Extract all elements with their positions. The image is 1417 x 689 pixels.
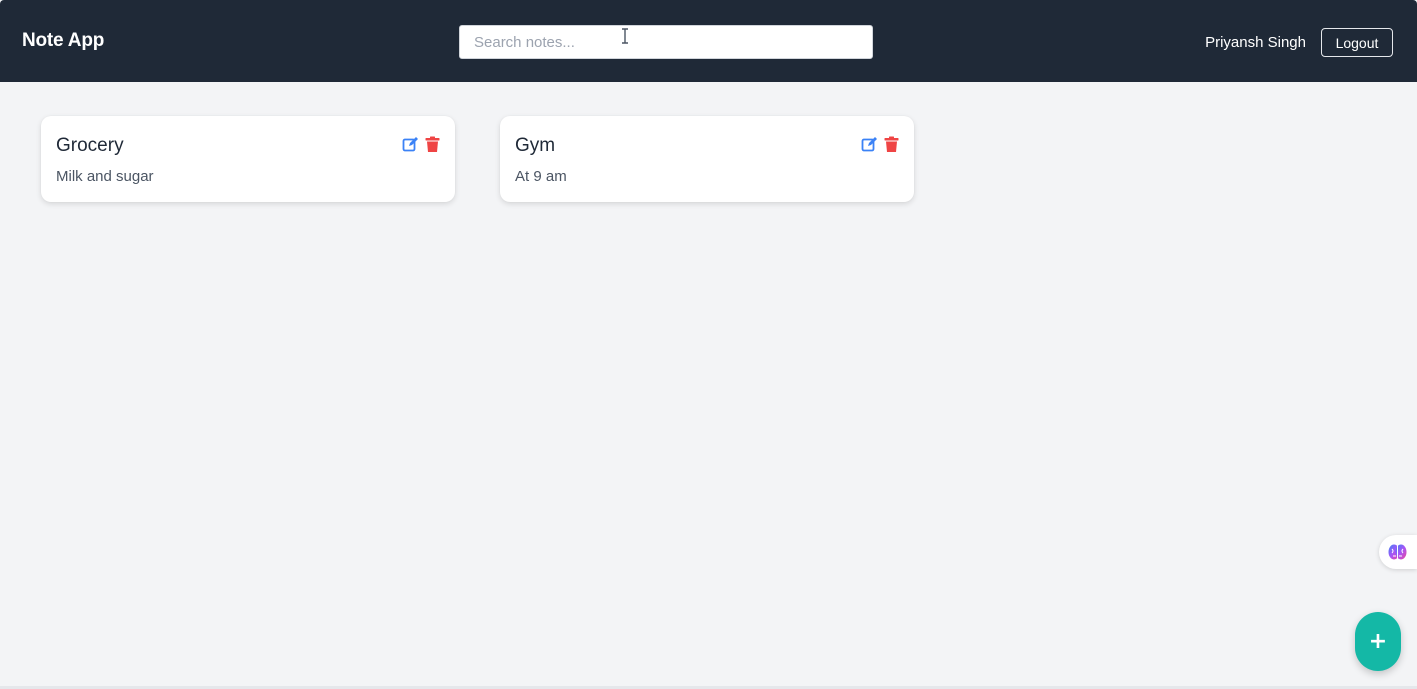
trash-icon[interactable] [883,136,900,153]
logout-button[interactable]: Logout [1321,28,1393,57]
assistant-widget[interactable] [1379,535,1417,569]
search-input[interactable] [459,25,873,59]
navbar: Note App Priyansh Singh Logout [0,0,1417,82]
user-name: Priyansh Singh [1205,34,1306,51]
edit-icon[interactable] [402,136,419,153]
brain-icon [1388,544,1407,560]
note-body: At 9 am [515,168,567,185]
note-card[interactable]: Grocery Milk and sugar [41,116,455,202]
edit-icon[interactable] [861,136,878,153]
text-cursor-icon [622,28,628,44]
app-brand: Note App [22,30,105,51]
note-body: Milk and sugar [56,168,154,185]
note-card[interactable]: Gym At 9 am [500,116,914,202]
add-note-button[interactable]: + [1355,612,1401,671]
note-app: Note App Priyansh Singh Logout Grocery M… [0,0,1417,689]
trash-icon[interactable] [424,136,441,153]
note-title: Gym [515,135,556,156]
note-title: Grocery [56,135,124,156]
